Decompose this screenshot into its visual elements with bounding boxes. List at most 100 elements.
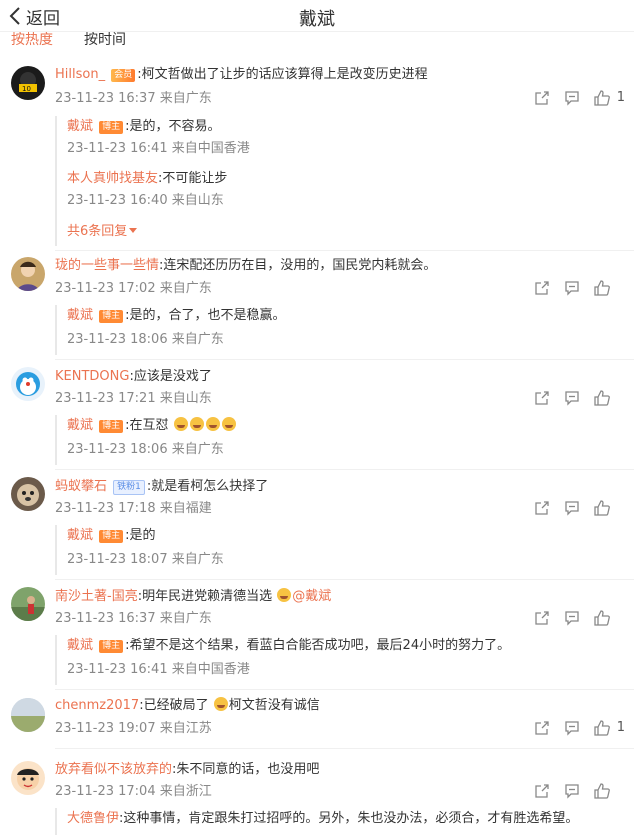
username-link[interactable]: 珑的一些事一些情 [55,258,159,273]
username-link[interactable]: 放弃看似不该放弃的 [55,762,172,777]
reply-time: 23-11-23 18:06 来自广东 [67,442,224,457]
reply-text: :不可能让步 [158,171,228,186]
comment-time: 23-11-23 16:37 来自广东 [55,611,212,626]
comment-line: KENTDONG:应该是没戏了 [55,368,212,386]
share-icon[interactable] [534,610,552,628]
thinking-emoji-icon [277,588,292,602]
like-icon[interactable] [594,390,612,408]
reply-username-link[interactable]: 戴斌 [67,418,93,433]
reply-time: 23-11-23 16:40 来自山东 [67,193,224,208]
comment-line: Hillson_ 会员:柯文哲做出了让步的话应该算得上是改变历史进程 [55,66,428,84]
reply-username-link[interactable]: 戴斌 [67,528,93,543]
comment-line: chenmz2017:已经破局了 柯文哲没有诚信 [55,697,320,715]
mention-link[interactable]: @戴斌 [292,589,331,604]
reply-icon[interactable] [564,390,582,408]
username-link[interactable]: 蚂蚁攀石 [55,479,107,494]
avatar[interactable] [11,698,45,732]
comment-actions: 1 [504,90,634,108]
author-badge: 博主 [99,640,124,653]
like-icon[interactable] [594,90,612,108]
comment-time: 23-11-23 16:37 来自广东 [55,91,212,106]
comment-time: 23-11-23 17:02 来自广东 [55,281,212,296]
author-badge: 博主 [99,420,124,433]
divider [55,250,634,251]
reply-item: 戴斌 博主:希望不是这个结果，看蓝白合能否成功吧，最后24小时的努力了。 [67,637,510,655]
sort-bar: 按热度 按时间 [0,32,634,49]
reply-username-link[interactable]: 戴斌 [67,308,93,323]
reply-item: 本人真帅找基友:不可能让步 [67,170,227,188]
share-icon[interactable] [534,720,552,738]
share-icon[interactable] [534,500,552,518]
comment-actions: 1 [504,720,634,738]
comment-time: 23-11-23 17:18 来自福建 [55,501,212,516]
laugh-emoji-icon [189,417,204,431]
author-badge: 博主 [99,121,124,134]
more-replies-link[interactable]: 共6条回复 [67,220,138,239]
reply-text: :希望不是这个结果，看蓝白合能否成功吧，最后24小时的努力了。 [125,638,511,653]
reply-icon[interactable] [564,280,582,298]
reply-item: 戴斌 博主:是的，合了，也不是稳赢。 [67,307,286,325]
fan-badge[interactable]: 铁粉1 [113,480,145,495]
author-badge: 博主 [99,310,124,323]
reply-list: 戴斌 博主:在互怼 23-11-23 18:06 来自广东 [55,415,622,465]
like-icon[interactable] [594,280,612,298]
username-link[interactable]: chenmz2017 [55,698,139,713]
like-icon[interactable] [594,610,612,628]
svg-text:10: 10 [22,85,31,93]
reply-username-link[interactable]: 戴斌 [67,119,93,134]
reply-time: 23-11-23 18:07 来自广东 [67,552,224,567]
reply-text: :是的，不容易。 [125,119,221,134]
reply-item: 戴斌 博主:在互怼 [67,417,237,435]
username-link[interactable]: 南沙土著-国亮 [55,589,138,604]
reply-icon[interactable] [564,90,582,108]
comment-text-continued: 柯文哲没有诚信 [228,698,320,713]
comment-line: 南沙土著-国亮:明年民进党赖清德当选 @戴斌 [55,588,331,606]
reply-username-link[interactable]: 本人真帅找基友 [67,171,158,186]
avatar[interactable]: 10 [11,66,45,100]
reply-list: 戴斌 博主:是的，合了，也不是稳赢。 23-11-23 18:06 来自广东 [55,305,622,355]
avatar[interactable] [11,587,45,621]
sort-by-time-tab[interactable]: 按时间 [84,32,126,49]
reply-list: 戴斌 博主:希望不是这个结果，看蓝白合能否成功吧，最后24小时的努力了。 23-… [55,635,622,685]
reply-username-link[interactable]: 戴斌 [67,638,93,653]
share-icon[interactable] [534,280,552,298]
avatar[interactable] [11,761,45,795]
like-icon[interactable] [594,720,612,738]
sort-by-hot-tab[interactable]: 按热度 [11,32,53,49]
reply-list: 戴斌 博主:是的 23-11-23 18:07 来自广东 [55,525,622,575]
divider [55,689,634,690]
reply-text: :在互怼 [125,418,169,433]
reply-time: 23-11-23 16:41 来自中国香港 [67,662,250,677]
comment-actions [504,783,634,801]
divider [55,359,634,360]
reply-item: 戴斌 博主:是的 [67,527,156,545]
like-icon[interactable] [594,783,612,801]
reply-item: 大德鲁伊:这种事情，肯定跟朱打过招呼的。另外，朱也没办法，必须合，才有胜选希望。 [67,810,578,828]
comment-text: :柯文哲做出了让步的话应该算得上是改变历史进程 [137,67,428,82]
author-badge: 博主 [99,530,124,543]
avatar[interactable] [11,477,45,511]
share-icon[interactable] [534,90,552,108]
comment-actions [504,500,634,518]
reply-text: :是的，合了，也不是稳赢。 [125,308,286,323]
comment-time: 23-11-23 19:07 来自江苏 [55,721,212,736]
username-link[interactable]: Hillson_ [55,67,105,82]
reply-username-link[interactable]: 大德鲁伊 [67,811,119,826]
share-icon[interactable] [534,783,552,801]
reply-list: 大德鲁伊:这种事情，肯定跟朱打过招呼的。另外，朱也没办法，必须合，才有胜选希望。 [55,808,622,835]
comment-text: :连宋配还历历在目，没用的，国民党内耗就会。 [159,258,437,273]
triangle-down-icon [129,228,138,233]
vip-badge[interactable]: 会员 [111,69,136,82]
reply-time: 23-11-23 18:06 来自广东 [67,332,224,347]
reply-text: :是的 [125,528,156,543]
page-title: 戴斌 [299,9,335,30]
reply-icon[interactable] [564,720,582,738]
reply-icon[interactable] [564,783,582,801]
reply-icon[interactable] [564,500,582,518]
avatar[interactable] [11,367,45,401]
share-icon[interactable] [534,390,552,408]
like-icon[interactable] [594,500,612,518]
reply-icon[interactable] [564,610,582,628]
avatar[interactable] [11,257,45,291]
username-link[interactable]: KENTDONG [55,369,129,384]
